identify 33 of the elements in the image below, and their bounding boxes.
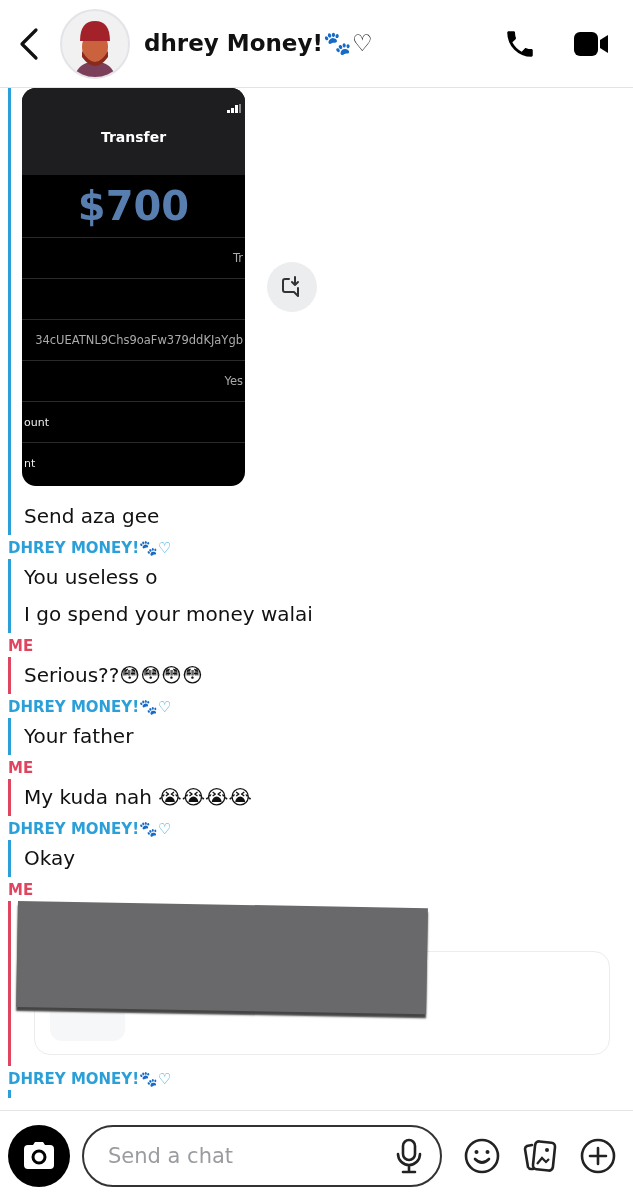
chat-input-field[interactable]: Send a chat (82, 1124, 442, 1187)
message-text: Send aza gee (24, 503, 161, 530)
screenshot-row-value: 34cUEATNL9Chs9oaFw379ddKJaYgb (34, 333, 243, 347)
save-button[interactable] (267, 262, 317, 312)
message-text: You useless o (24, 564, 159, 591)
plus-icon[interactable] (580, 1137, 616, 1174)
screenshot-row-value: Tr (231, 251, 243, 265)
message-text: I go spend your money walai (24, 601, 314, 628)
message-text: My kuda nah 😭😭😭😭 (24, 784, 253, 811)
signal-icon (227, 104, 241, 113)
sender-label: ME (8, 636, 35, 657)
camera-icon (21, 1140, 57, 1171)
screenshot-title: Transfer (100, 128, 167, 145)
sender-label: DHREY MONEY!🐾♡ (8, 819, 173, 840)
microphone-icon[interactable] (396, 1137, 422, 1174)
contact-name[interactable]: dhrey Money!🐾♡ (144, 30, 373, 57)
sender-label: DHREY MONEY!🐾♡ (8, 697, 173, 718)
sender-label: DHREY MONEY!🐾♡ (8, 1069, 173, 1090)
message-text: Your father (24, 723, 135, 750)
sender-label: ME (8, 880, 35, 901)
smiley-icon[interactable] (464, 1137, 500, 1174)
chat-text-input[interactable]: Send a chat (106, 1142, 396, 1169)
message-text: Okay (24, 845, 77, 872)
sender-label: ME (8, 758, 35, 779)
sender-label: DHREY MONEY!🐾♡ (8, 538, 173, 559)
cards-icon[interactable] (522, 1137, 558, 1174)
amount-text: $700 (22, 175, 245, 238)
screenshot-row-value: Yes (223, 374, 243, 388)
back-button[interactable] (18, 26, 40, 61)
message-text: Serious??😳😳😳😳 (24, 662, 204, 689)
screenshot-row-label: ount (24, 415, 49, 429)
screenshot-row-label: nt (24, 457, 36, 470)
transfer-screenshot[interactable]: Transfer $700 Tr 34cUEATNL9Chs9oaFw379ddKJaYgb Yes ount nt (22, 88, 245, 486)
